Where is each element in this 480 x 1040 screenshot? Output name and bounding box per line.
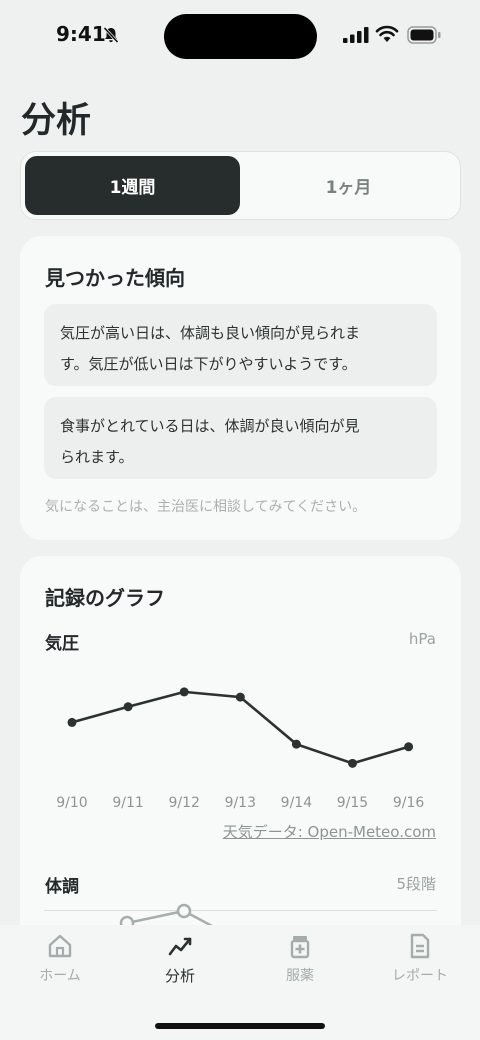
tab-medicine-label: 服薬 [286, 968, 314, 984]
weather-source-link[interactable]: 天気データ: Open-Meteo.com [223, 821, 436, 842]
consult-note: 気になることは、主治医に相談してみてください。 [45, 499, 367, 515]
trends-card: 見つかった傾向 気圧が高い日は、体調も良い傾向が見られま す。気圧が低い日は下が… [20, 236, 461, 540]
graph-card-title: 記録のグラフ [45, 586, 165, 610]
pressure-data-point [291, 739, 301, 749]
tab-home[interactable]: ホーム [0, 933, 120, 993]
condition-label: 体調 [45, 877, 79, 897]
period-segmented-control: 1週間 1ヶ月 [20, 151, 461, 220]
x-tick-label: 9/12 [168, 795, 200, 811]
wifi-icon [375, 25, 399, 42]
pressure-data-point [235, 692, 245, 702]
pressure-data-point [123, 702, 133, 712]
bell-slash-icon [103, 26, 119, 44]
page-title: 分析 [21, 101, 92, 141]
pressure-line-chart [67, 687, 414, 768]
segment-1-month[interactable]: 1ヶ月 [241, 156, 456, 215]
trend-text-line: 気圧が高い日は、体調も良い傾向が見られま [60, 324, 361, 342]
x-tick-label: 9/16 [392, 795, 425, 811]
status-bar: 9:41 [0, 0, 480, 70]
tab-report-label: レポート [392, 968, 448, 984]
pressure-data-point [348, 758, 357, 768]
chart-icon [168, 937, 192, 956]
trends-title: 見つかった傾向 [45, 266, 185, 290]
home-icon [48, 934, 72, 958]
trend-text-line: 食事がとれている日は、体調が良い傾向が見 [60, 417, 360, 435]
condition-unit: 5段階 [396, 875, 436, 893]
segment-1-week[interactable]: 1週間 [25, 156, 240, 215]
home-indicator [155, 1023, 325, 1029]
medicine-icon [290, 936, 310, 959]
trend-text-line: す。気圧が低い日は下がりやすいようです。 [60, 355, 357, 373]
tab-report[interactable]: レポート [360, 933, 480, 993]
tab-home-label: ホーム [39, 968, 81, 984]
pressure-series-line [71, 690, 409, 765]
report-icon [410, 933, 430, 959]
tab-analysis[interactable]: 分析 [120, 933, 240, 993]
tab-medicine[interactable]: 服薬 [240, 933, 360, 993]
trend-item-pressure: 気圧が高い日は、体調も良い傾向が見られま す。気圧が低い日は下がりやすいようです… [44, 304, 437, 386]
x-tick-label: 9/13 [224, 795, 257, 811]
x-tick-label: 9/14 [280, 795, 313, 811]
x-tick-label: 9/15 [336, 795, 369, 811]
pressure-unit: hPa [408, 630, 436, 648]
signal-icon [343, 27, 369, 43]
pressure-data-point [179, 687, 189, 697]
battery-icon [407, 26, 441, 44]
pressure-data-point [67, 717, 77, 727]
trend-item-meals: 食事がとれている日は、体調が良い傾向が見 られます。 [44, 397, 437, 479]
dynamic-island [164, 14, 317, 59]
pressure-data-point [404, 742, 414, 752]
tab-analysis-label: 分析 [164, 967, 195, 985]
trend-text-line: られます。 [60, 448, 134, 466]
x-tick-label: 9/10 [56, 795, 88, 811]
x-tick-label: 9/11 [112, 795, 144, 811]
status-time: 9:41 [56, 22, 106, 46]
